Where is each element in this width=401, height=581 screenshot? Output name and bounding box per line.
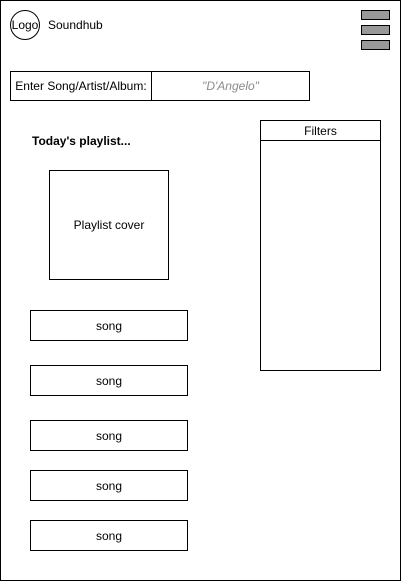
song-label: song	[95, 373, 123, 388]
search-input[interactable]	[152, 72, 309, 100]
song-item[interactable]: song	[30, 520, 188, 551]
playlist-cover[interactable]: Playlist cover	[49, 170, 169, 280]
logo[interactable]: Logo	[10, 10, 40, 40]
song-label: song	[95, 478, 123, 493]
song-label: song	[95, 528, 123, 543]
search-label: Enter Song/Artist/Album:	[11, 72, 152, 100]
song-label: song	[95, 428, 123, 443]
app-title: Soundhub	[48, 18, 103, 32]
playlist-heading: Today's playlist...	[32, 134, 131, 148]
menu-bar-middle	[361, 25, 390, 35]
playlist-cover-label: Playlist cover	[73, 218, 145, 232]
song-item[interactable]: song	[30, 420, 188, 451]
filters-header[interactable]: Filters	[261, 121, 380, 141]
song-item[interactable]: song	[30, 470, 188, 501]
song-item[interactable]: song	[30, 365, 188, 396]
hamburger-menu-icon[interactable]	[360, 9, 392, 52]
menu-bar-bottom	[361, 40, 390, 50]
filters-panel: Filters	[260, 120, 381, 371]
song-label: song	[95, 318, 123, 333]
filters-title: Filters	[304, 123, 337, 138]
menu-bar-top	[361, 10, 390, 20]
logo-label: Logo	[11, 18, 39, 32]
song-item[interactable]: song	[30, 310, 188, 341]
search-bar: Enter Song/Artist/Album:	[10, 71, 310, 101]
